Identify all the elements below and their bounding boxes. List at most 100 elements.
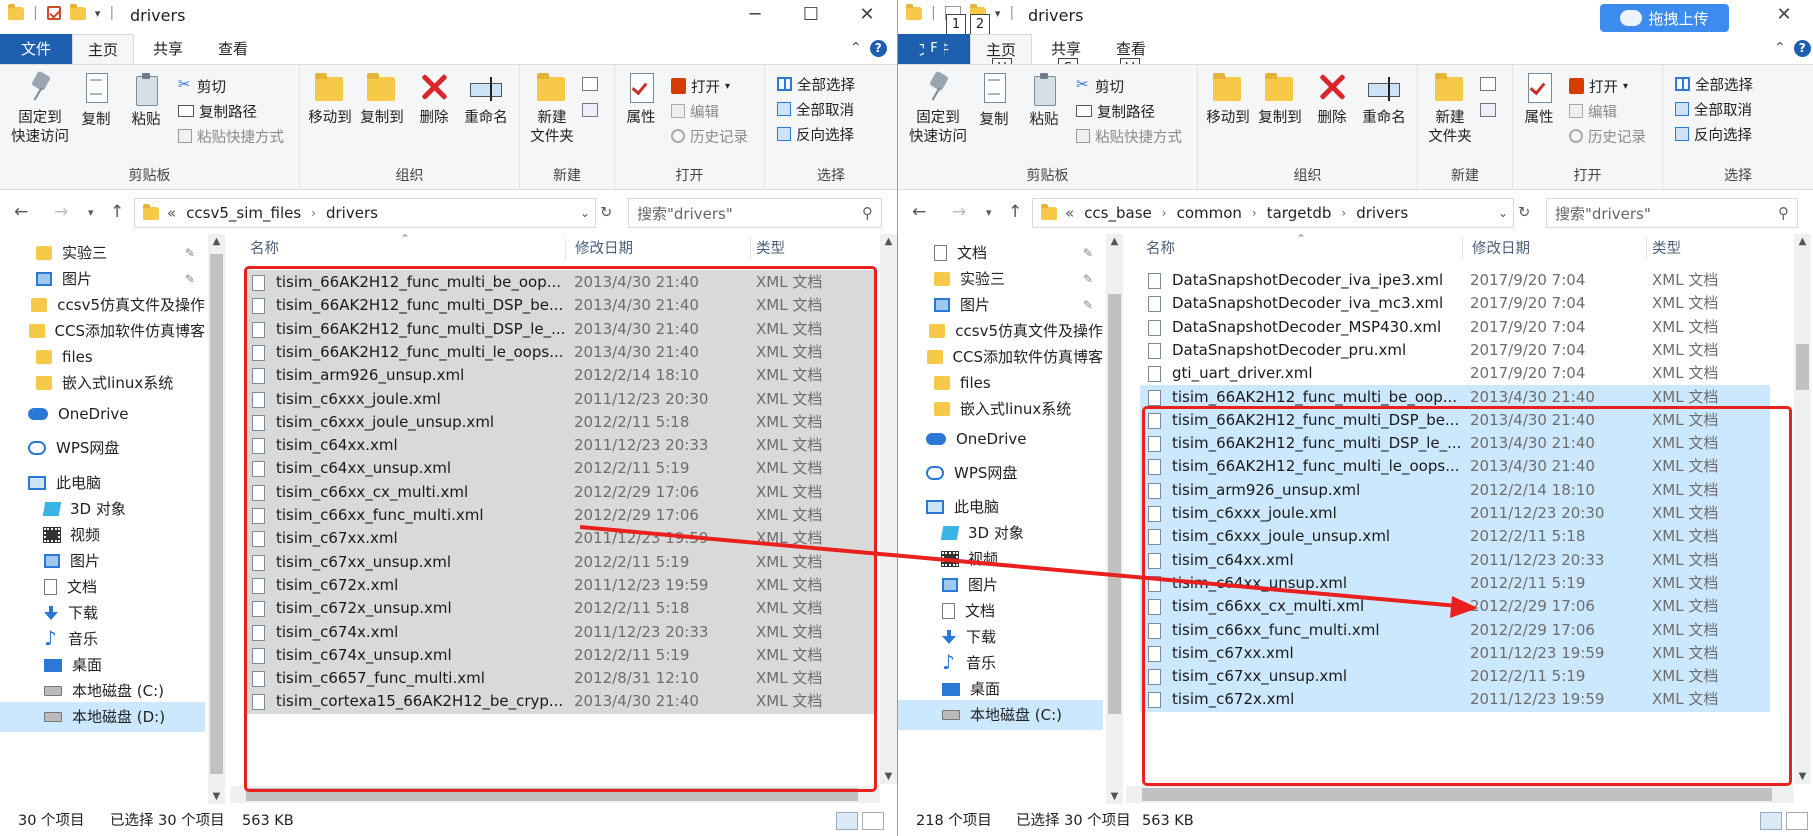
forward-icon[interactable]: → <box>54 202 68 222</box>
history-button[interactable]: 历史记录 <box>1569 125 1646 147</box>
collapse-ribbon-icon[interactable]: ⌃ <box>1774 40 1786 56</box>
scroll-down-icon[interactable]: ▼ <box>880 771 897 782</box>
nav-item[interactable]: WPS网盘 <box>898 458 1103 488</box>
column-header-type[interactable]: 类型 <box>1652 234 1681 264</box>
scroll-down-icon[interactable]: ▼ <box>1794 771 1811 782</box>
recent-dropdown-icon[interactable]: ▾ <box>986 206 992 219</box>
address-overflow[interactable]: « <box>1065 204 1074 222</box>
table-row[interactable]: tisim_66AK2H12_func_multi_le_oops... 2013… <box>1140 454 1770 480</box>
table-row[interactable]: tisim_c66xx_func_multi.xml 2012/2/29 17:0… <box>244 503 874 528</box>
column-header-date[interactable]: 修改日期 <box>1472 234 1530 264</box>
table-row[interactable]: tisim_c66xx_cx_multi.xml 2012/2/29 17:06 X… <box>1140 594 1770 620</box>
breadcrumb-item[interactable]: common <box>1177 204 1242 222</box>
new-folder-button[interactable]: 新建 文件夹 <box>1422 71 1478 147</box>
search-icon[interactable]: ⚲ <box>862 204 873 222</box>
nav-item[interactable]: 本地磁盘 (D:) <box>0 702 205 732</box>
table-row[interactable]: tisim_c67xx.xml 2011/12/23 19:59 XML 文档 <box>1140 640 1770 666</box>
column-divider[interactable] <box>565 238 566 260</box>
close-icon[interactable]: ✕ <box>839 4 895 25</box>
properties-check-icon[interactable] <box>46 6 61 20</box>
easy-access-button[interactable] <box>582 99 598 121</box>
rename-button[interactable]: 重命名 <box>1356 71 1412 128</box>
table-row[interactable]: tisim_c6xxx_joule.xml 2011/12/23 20:30 XML… <box>1140 501 1770 526</box>
drag-upload-button[interactable]: 拖拽上传 <box>1600 4 1729 32</box>
new-folder-icon[interactable] <box>69 3 86 20</box>
folder-icon[interactable] <box>906 3 922 20</box>
details-view-icon[interactable] <box>836 812 858 830</box>
chevron-right-icon[interactable]: › <box>1162 206 1167 220</box>
scroll-up-icon[interactable]: ▲ <box>1106 236 1123 247</box>
close-icon[interactable]: ✕ <box>1764 4 1804 25</box>
copy-to-button[interactable]: 复制到 <box>1254 71 1306 128</box>
copy-button[interactable]: 复制 <box>974 71 1014 130</box>
table-row[interactable]: tisim_c6xxx_joule_unsup.xml 2012/2/11 5:1… <box>244 409 874 435</box>
list-scrollbar[interactable]: ▲ ▼ <box>1794 234 1811 784</box>
tab-file[interactable]: 文件 <box>0 34 72 64</box>
nav-item[interactable]: 本地磁盘 (C:) <box>898 700 1103 730</box>
invert-selection-button[interactable]: 反向选择 <box>777 123 854 145</box>
breadcrumb-item[interactable]: targetdb <box>1267 204 1332 222</box>
table-row[interactable]: tisim_c672x_unsup.xml 2012/2/11 5:18 XML 文… <box>244 596 874 622</box>
minimize-icon[interactable]: ─ <box>727 4 783 25</box>
help-icon[interactable]: ? <box>1793 40 1811 57</box>
address-bar[interactable]: « ccs_base › common › targetdb › drivers <box>1032 198 1514 228</box>
refresh-icon[interactable]: ↻ <box>600 205 612 221</box>
breadcrumb-item[interactable]: ccsv5_sim_files <box>186 204 301 222</box>
table-row[interactable]: tisim_c674x_unsup.xml 2012/2/11 5:19 XML 文… <box>244 642 874 668</box>
nav-scroll-thumb[interactable] <box>210 254 223 774</box>
nav-item[interactable]: WPS网盘 <box>0 433 205 463</box>
table-row[interactable]: tisim_c6xxx_joule_unsup.xml 2012/2/11 5:1… <box>1140 524 1770 550</box>
table-row[interactable]: tisim_66AK2H12_func_multi_DSP_be... 2013/… <box>244 293 874 319</box>
chevron-right-icon[interactable]: › <box>1252 206 1257 220</box>
large-icons-view-icon[interactable] <box>1786 812 1808 830</box>
table-row[interactable]: DataSnapshotDecoder_iva_mc3.xml 2017/9/20… <box>1140 291 1770 316</box>
paste-shortcut-button[interactable]: 粘贴快捷方式 <box>178 125 284 147</box>
table-row[interactable]: tisim_c66xx_cx_multi.xml 2012/2/29 17:06 X… <box>244 479 874 505</box>
table-row[interactable]: tisim_c6xxx_joule.xml 2011/12/23 20:30 XML… <box>244 386 874 412</box>
breadcrumb-item[interactable]: ccs_base <box>1084 204 1152 222</box>
collapse-ribbon-icon[interactable]: ⌃ <box>850 40 862 56</box>
open-button[interactable]: 打开 ▾ <box>671 75 730 97</box>
help-icon[interactable]: ? <box>869 40 887 57</box>
table-row[interactable]: tisim_c672x.xml 2011/12/23 19:59 XML 文档 <box>1140 687 1770 713</box>
table-row[interactable]: tisim_c67xx_unsup.xml 2012/2/11 5:19 XML 文… <box>244 549 874 575</box>
copy-path-button[interactable]: 复制路径 <box>178 100 257 122</box>
table-row[interactable]: tisim_66AK2H12_func_multi_be_oop... 2013/… <box>244 270 874 295</box>
column-header-date[interactable]: 修改日期 <box>575 234 633 264</box>
nav-item[interactable]: 嵌入式linux系统 <box>898 394 1103 424</box>
scroll-up-icon[interactable]: ▲ <box>208 236 225 247</box>
column-divider[interactable] <box>1646 238 1647 260</box>
back-icon[interactable]: ← <box>912 202 926 222</box>
refresh-icon[interactable]: ↻ <box>1518 205 1530 221</box>
table-row[interactable]: tisim_66AK2H12_func_multi_DSP_le_... 2013… <box>244 316 874 342</box>
move-to-button[interactable]: 移动到 <box>304 71 356 128</box>
copy-path-button[interactable]: 复制路径 <box>1076 100 1155 122</box>
table-row[interactable]: tisim_c64xx.xml 2011/12/23 20:33 XML 文档 <box>244 433 874 459</box>
table-row[interactable]: tisim_cortexa15_66AK2H12_be_cryp... 2013/… <box>244 689 874 715</box>
table-row[interactable]: tisim_c6657_func_multi.xml 2012/8/31 12:1… <box>244 666 874 692</box>
cut-button[interactable]: 剪切 <box>1076 75 1124 97</box>
nav-scrollbar[interactable]: ▲ ▼ <box>208 234 225 804</box>
column-header-name[interactable]: 名称 <box>1146 234 1175 264</box>
scroll-up-icon[interactable]: ▲ <box>880 236 897 247</box>
delete-button[interactable]: 删除 <box>414 71 454 128</box>
edit-button[interactable]: 编辑 <box>671 100 719 122</box>
address-bar[interactable]: « ccsv5_sim_files › drivers <box>134 198 596 228</box>
table-row[interactable]: DataSnapshotDecoder_MSP430.xml 2017/9/20 … <box>1140 315 1770 340</box>
select-none-button[interactable]: 全部取消 <box>777 98 854 120</box>
search-input[interactable]: 搜索"drivers" ⚲ <box>628 198 882 228</box>
scroll-up-icon[interactable]: ▲ <box>1794 236 1811 247</box>
table-row[interactable]: tisim_66AK2H12_func_multi_DSP_be... 2013/… <box>1140 407 1770 433</box>
copy-to-button[interactable]: 复制到 <box>356 71 408 128</box>
list-scrollbar[interactable]: ▲ ▼ <box>880 234 897 784</box>
table-row[interactable]: tisim_c64xx_unsup.xml 2012/2/11 5:19 XML 文… <box>244 456 874 482</box>
table-row[interactable]: gti_uart_driver.xml 2017/9/20 7:04 XML 文档 <box>1140 361 1770 386</box>
scroll-down-icon[interactable]: ▼ <box>1106 791 1123 802</box>
edit-button[interactable]: 编辑 <box>1569 100 1617 122</box>
horizontal-scrollbar[interactable] <box>1126 786 1794 803</box>
paste-button[interactable]: 粘贴 <box>1024 71 1064 130</box>
tab-view[interactable]: 查看 <box>205 34 261 64</box>
table-row[interactable]: DataSnapshotDecoder_iva_ipe3.xml 2017/9/2… <box>1140 268 1770 293</box>
new-item-button[interactable] <box>1480 73 1496 95</box>
table-row[interactable]: tisim_c672x.xml 2011/12/23 19:59 XML 文档 <box>244 572 874 598</box>
